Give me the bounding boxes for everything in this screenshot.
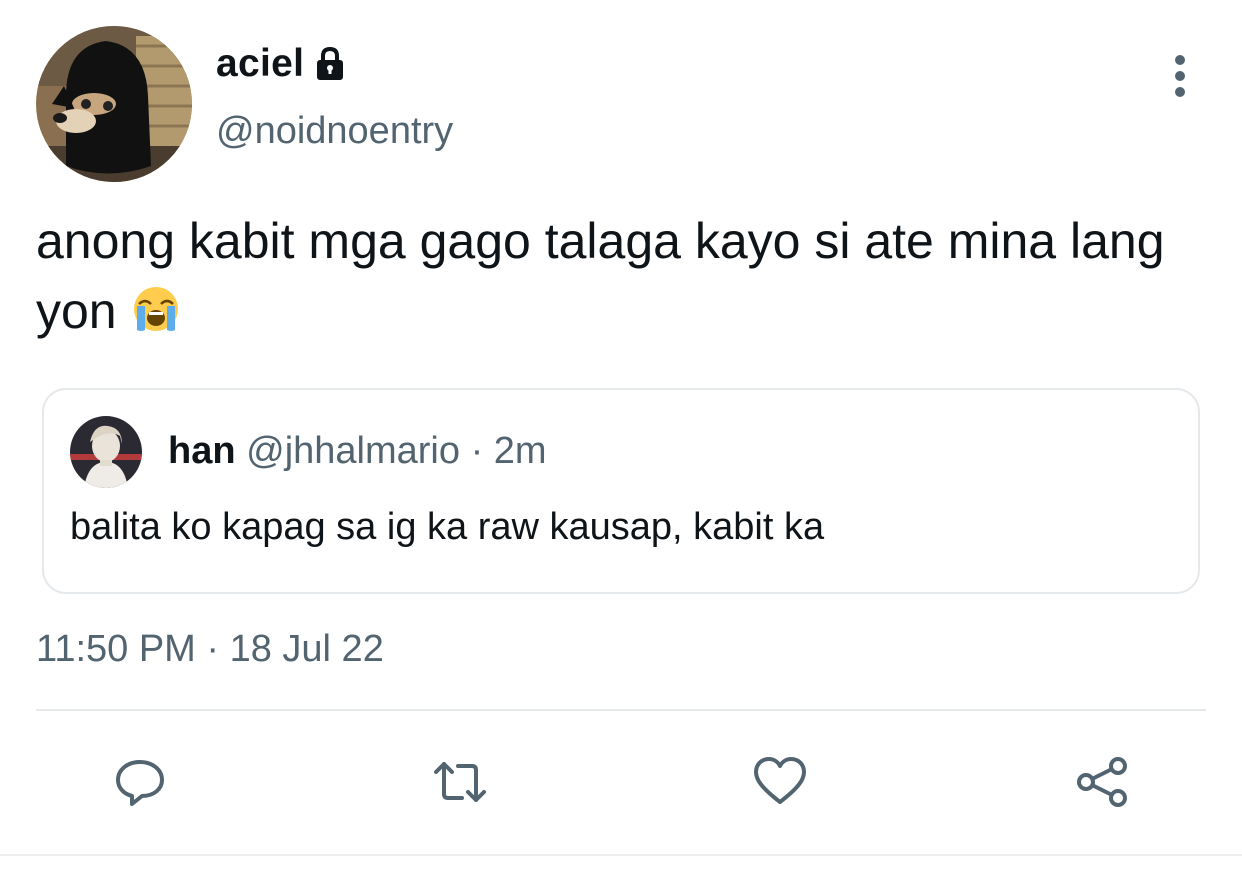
quoted-tweet-text: balita ko kapag sa ig ka raw kausap, kab… xyxy=(70,506,825,548)
quoted-display-name[interactable]: han xyxy=(168,430,236,472)
quoted-tweet-header: han @jhhalmario · 2m xyxy=(168,430,547,473)
tweet-text-content: anong kabit mga gago talaga kayo si ate … xyxy=(36,213,1165,339)
share-icon xyxy=(1077,757,1127,807)
author-handle[interactable]: @noidnoentry xyxy=(216,110,453,153)
loudly-crying-face-emoji xyxy=(133,287,178,331)
quoted-tweet[interactable]: han @jhhalmario · 2m balita ko kapag sa … xyxy=(42,388,1200,594)
like-button[interactable] xyxy=(750,752,810,812)
quoted-author-avatar[interactable] xyxy=(70,416,142,488)
quoted-separator: · xyxy=(470,430,484,472)
display-name-text: aciel xyxy=(216,42,305,85)
reply-icon xyxy=(116,760,164,806)
quoted-time[interactable]: 2m xyxy=(494,430,547,472)
divider xyxy=(36,709,1206,711)
bottom-divider xyxy=(0,854,1242,856)
tweet-text: anong kabit mga gago talaga kayo si ate … xyxy=(36,206,1216,346)
lock-icon xyxy=(317,46,344,80)
heart-icon xyxy=(754,757,806,804)
quoted-handle[interactable]: @jhhalmario xyxy=(246,430,460,472)
retweet-button[interactable] xyxy=(430,752,490,812)
reply-button[interactable] xyxy=(110,752,170,812)
tweet-timestamp[interactable]: 11:50 PM · 18 Jul 22 xyxy=(36,628,384,671)
author-avatar[interactable] xyxy=(36,26,192,182)
more-vertical-icon[interactable] xyxy=(1162,52,1198,100)
tweet-card: aciel @noidnoentry anong kabit mga gago … xyxy=(0,0,1242,873)
author-display-name[interactable]: aciel xyxy=(216,42,346,86)
retweet-icon xyxy=(434,762,486,802)
share-button[interactable] xyxy=(1072,752,1132,812)
